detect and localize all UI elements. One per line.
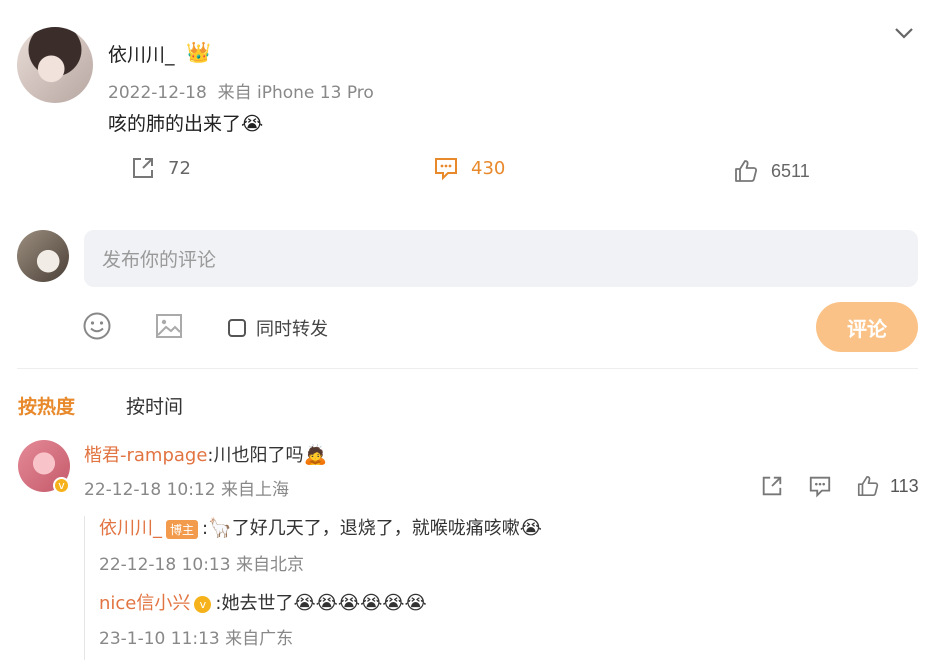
- author-tag: 博主: [166, 519, 199, 539]
- comment-input[interactable]: 发布你的评论: [84, 230, 918, 287]
- crown-icon: 👑: [186, 40, 211, 64]
- reply-meta: 23-1-10 11:13 来自广东: [99, 629, 294, 649]
- post-author-avatar[interactable]: [17, 27, 93, 103]
- current-user-avatar: [17, 230, 69, 282]
- comment-button[interactable]: 430: [433, 155, 505, 181]
- post-text: 咳的肺的出来了😭: [108, 109, 263, 136]
- post-meta: 2022-12-18 来自 iPhone 13 Pro: [108, 78, 374, 103]
- reply-thread-line: [84, 516, 85, 660]
- verified-badge-icon: v: [194, 595, 212, 613]
- comment-like-count: 113: [890, 475, 919, 496]
- post-author-name[interactable]: 依川川_: [108, 40, 175, 67]
- tab-sort-hot[interactable]: 按热度: [18, 392, 75, 419]
- repost-count: 72: [168, 157, 191, 179]
- comment-reply-icon[interactable]: [808, 474, 832, 498]
- commenter-name[interactable]: 楷君-rampage: [84, 445, 207, 466]
- post-text-content: 咳的肺的出来了: [108, 113, 242, 135]
- verified-badge-icon: v: [53, 477, 70, 494]
- comment-actions: 113: [760, 474, 919, 498]
- chevron-down-icon[interactable]: [891, 20, 917, 46]
- divider: [17, 368, 918, 369]
- reply-author-name[interactable]: 依川川_: [99, 518, 162, 539]
- reply-author-name[interactable]: nice信小兴: [99, 593, 190, 614]
- comment-like-button[interactable]: 113: [856, 474, 919, 498]
- like-count: 6511: [771, 160, 810, 181]
- checkbox-box[interactable]: [228, 319, 246, 337]
- comment-line: 楷君-rampage:川也阳了吗🙇: [84, 441, 327, 467]
- reply-line: 依川川_ 博主:🦙了好几天了，退烧了，就喉咙痛咳嗽😭: [99, 514, 542, 540]
- emoji-picker-icon[interactable]: [82, 311, 112, 341]
- bowing-emoji-icon: 🙇: [303, 444, 328, 466]
- thumbs-up-icon: [856, 474, 880, 498]
- image-upload-icon[interactable]: [154, 311, 184, 341]
- reply-text: :她去世了: [215, 593, 294, 614]
- post-source: 来自 iPhone 13 Pro: [217, 83, 374, 103]
- reply-meta: 22-12-18 10:13 来自北京: [99, 555, 304, 575]
- also-repost-label: 同时转发: [256, 319, 328, 340]
- like-button[interactable]: 6511: [733, 158, 810, 184]
- comment-repost-icon[interactable]: [760, 474, 784, 498]
- repost-icon: [130, 155, 156, 181]
- comment-icon: [433, 155, 459, 181]
- crying-emoji-icon: 😭😭😭😭😭😭: [293, 592, 427, 614]
- comment-count: 430: [471, 157, 506, 179]
- crying-emoji-icon: 😭: [519, 517, 542, 539]
- submit-comment-button[interactable]: 评论: [816, 302, 918, 352]
- reply-text: 了好几天了，退烧了，就喉咙痛咳嗽: [231, 518, 520, 539]
- thumbs-up-icon: [733, 158, 759, 184]
- repost-button[interactable]: 72: [130, 155, 191, 181]
- also-repost-checkbox[interactable]: 同时转发: [228, 315, 328, 341]
- comment-text: :川也阳了吗: [207, 445, 304, 466]
- tab-sort-time[interactable]: 按时间: [126, 392, 183, 419]
- post-date: 2022-12-18: [108, 83, 207, 103]
- llama-emoji-icon: 🦙: [208, 517, 232, 539]
- reply-line: nice信小兴 v:她去世了😭😭😭😭😭😭: [99, 589, 427, 615]
- crying-emoji-icon: 😭: [241, 113, 264, 135]
- comment-meta: 22-12-18 10:12 来自上海: [84, 480, 289, 500]
